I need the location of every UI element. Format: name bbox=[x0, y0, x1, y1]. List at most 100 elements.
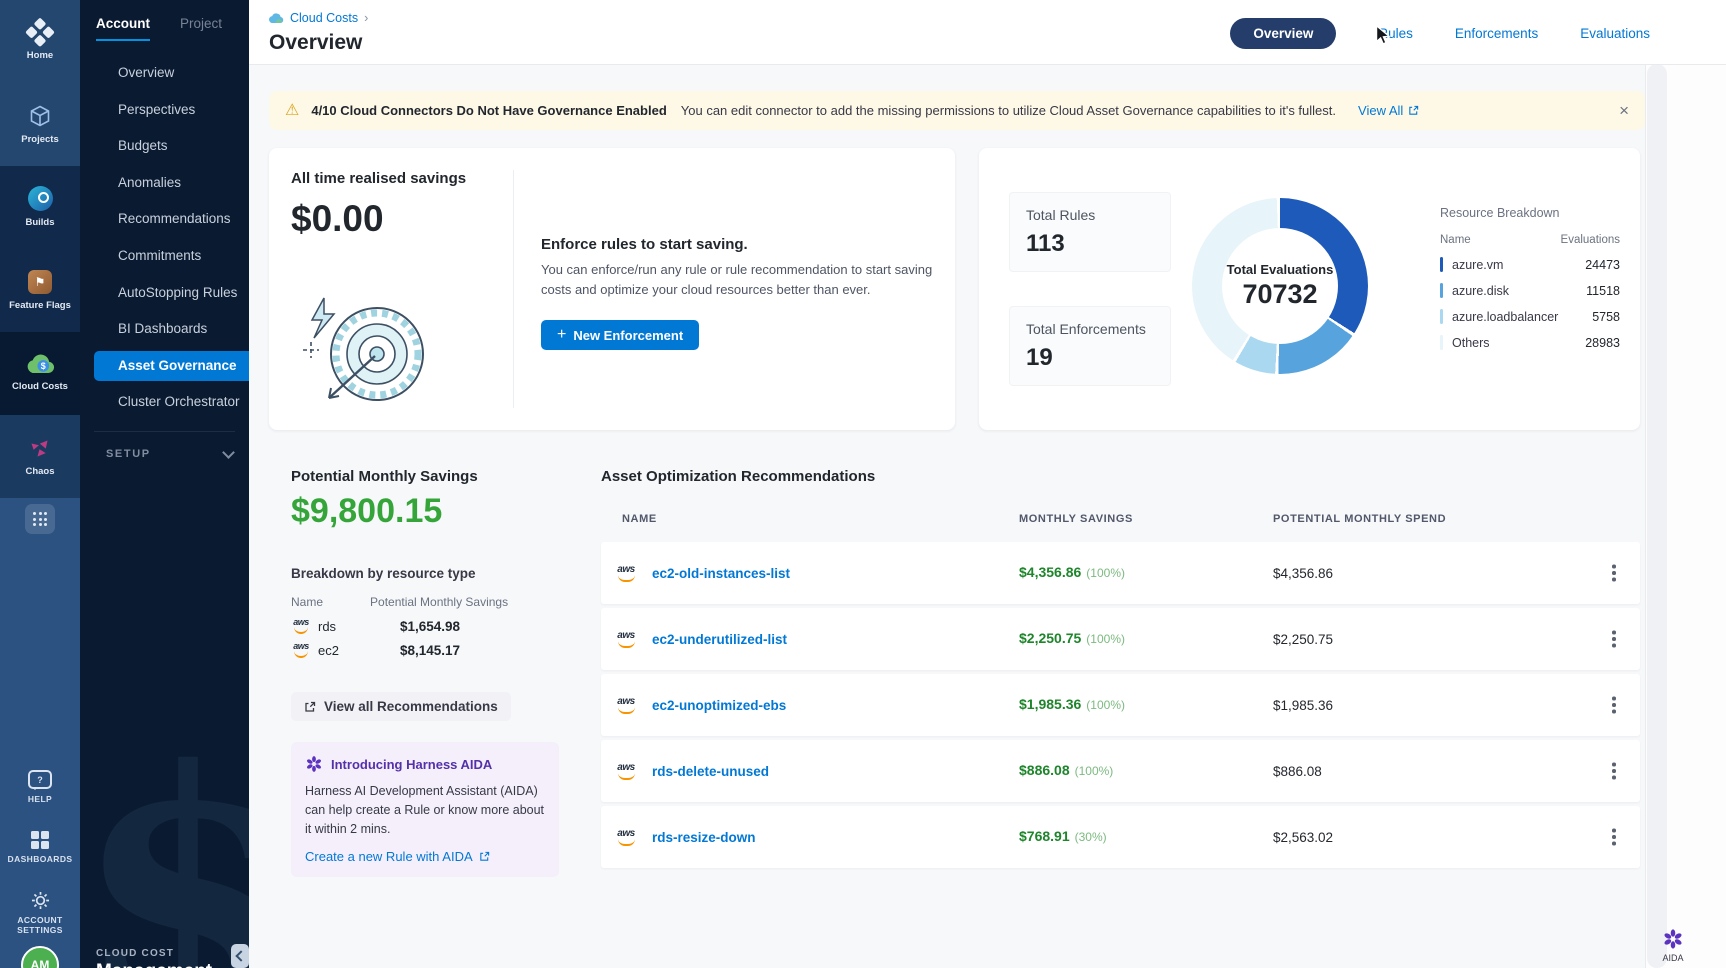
sidebar-item-asset-governance[interactable]: Asset Governance bbox=[94, 351, 249, 381]
kebab-icon bbox=[1612, 637, 1616, 641]
rail-item-builds[interactable]: Builds bbox=[0, 166, 80, 249]
realised-savings-title: All time realised savings bbox=[291, 170, 466, 187]
legend-chip bbox=[1440, 309, 1443, 324]
external-link-icon bbox=[1408, 105, 1419, 116]
aida-title: Introducing Harness AIDA bbox=[331, 757, 492, 772]
resource-type-breakdown-title: Breakdown by resource type bbox=[291, 566, 476, 581]
new-enforcement-button[interactable]: New Enforcement bbox=[541, 320, 699, 350]
aida-assistant-button[interactable]: AIDA bbox=[1662, 928, 1684, 963]
view-all-link[interactable]: View All bbox=[1358, 103, 1419, 118]
page-title: Overview bbox=[269, 31, 362, 55]
legend-row: Others 28983 bbox=[1440, 335, 1620, 350]
legend-chip bbox=[1440, 283, 1443, 298]
monthly-savings-cell: $886.08(100%) bbox=[1019, 762, 1273, 780]
row-menu-button[interactable] bbox=[1602, 759, 1626, 783]
user-avatar[interactable]: AM bbox=[21, 946, 59, 968]
breadcrumb[interactable]: Cloud Costs › bbox=[269, 11, 368, 25]
module-label: CLOUD COST Management bbox=[96, 948, 212, 968]
total-rules-value: 113 bbox=[1026, 230, 1170, 258]
external-link-icon bbox=[304, 701, 316, 713]
warning-icon bbox=[285, 103, 299, 119]
asset-optimization-title: Asset Optimization Recommendations bbox=[601, 468, 1640, 485]
tab-evaluations[interactable]: Evaluations bbox=[1580, 26, 1650, 41]
row-menu-button[interactable] bbox=[1602, 561, 1626, 585]
aida-promo-panel: Introducing Harness AIDA Harness AI Deve… bbox=[291, 742, 559, 877]
sidebar-item-cluster-orchestrator[interactable]: Cluster Orchestrator bbox=[80, 384, 249, 421]
column-potential-savings: Potential Monthly Savings bbox=[370, 595, 508, 609]
top-navigation: Overview Rules Enforcements Evaluations bbox=[1230, 18, 1650, 49]
rail-item-feature-flags[interactable]: ⚑ Feature Flags bbox=[0, 249, 80, 332]
rail-item-label: Cloud Costs bbox=[12, 381, 68, 392]
donut-center-value: 70732 bbox=[1242, 279, 1317, 310]
row-menu-button[interactable] bbox=[1602, 627, 1626, 651]
aida-flower-icon bbox=[1662, 928, 1684, 950]
rail-item-label: Home bbox=[27, 50, 53, 61]
svg-text:$: $ bbox=[41, 361, 46, 371]
tab-overview[interactable]: Overview bbox=[1230, 18, 1336, 49]
rail-item-projects[interactable]: Projects bbox=[0, 83, 80, 166]
monthly-savings-cell: $4,356.86(100%) bbox=[1019, 564, 1273, 582]
tab-enforcements[interactable]: Enforcements bbox=[1455, 26, 1538, 41]
scrollbar[interactable] bbox=[1647, 64, 1667, 968]
sidebar-item-overview[interactable]: Overview bbox=[80, 55, 249, 92]
sidebar-item-perspectives[interactable]: Perspectives bbox=[80, 92, 249, 129]
row-menu-button[interactable] bbox=[1602, 825, 1626, 849]
sidebar-item-anomalies[interactable]: Anomalies bbox=[80, 165, 249, 202]
setup-label: SETUP bbox=[106, 448, 151, 460]
recommendation-link[interactable]: ec2-old-instances-list bbox=[652, 566, 1019, 581]
sidebar-item-budgets[interactable]: Budgets bbox=[80, 128, 249, 165]
sidebar-item-commitments[interactable]: Commitments bbox=[80, 238, 249, 275]
tab-rules[interactable]: Rules bbox=[1378, 26, 1413, 41]
table-row: aws rds-delete-unused $886.08(100%) $886… bbox=[601, 740, 1640, 802]
rail-item-dashboards[interactable]: DASHBOARDS bbox=[8, 831, 73, 865]
sidebar-collapse-button[interactable] bbox=[231, 944, 249, 968]
harness-logo-icon bbox=[24, 17, 55, 48]
rail-item-chaos[interactable]: Chaos bbox=[0, 415, 80, 498]
total-enforcements-value: 19 bbox=[1026, 344, 1170, 372]
recommendation-link[interactable]: rds-delete-unused bbox=[652, 764, 1019, 779]
realised-savings-amount: $0.00 bbox=[291, 198, 384, 240]
cube-icon bbox=[28, 104, 52, 128]
card-divider bbox=[513, 170, 514, 408]
rail-item-help[interactable]: HELP bbox=[28, 770, 52, 805]
tab-account[interactable]: Account bbox=[96, 16, 150, 41]
create-rule-with-aida-link[interactable]: Create a new Rule with AIDA bbox=[305, 849, 545, 864]
sidebar-item-bi-dashboards[interactable]: BI Dashboards bbox=[80, 311, 249, 348]
close-icon[interactable]: × bbox=[1619, 102, 1629, 119]
tab-project[interactable]: Project bbox=[180, 16, 222, 41]
kebab-icon bbox=[1612, 703, 1616, 707]
rail-item-home[interactable]: Home bbox=[0, 0, 80, 83]
dashboards-icon bbox=[31, 831, 50, 850]
potential-savings-amount: $9,800.15 bbox=[291, 492, 442, 531]
builds-icon bbox=[28, 186, 53, 211]
kebab-icon bbox=[1612, 769, 1616, 773]
cta-title: Enforce rules to start saving. bbox=[541, 236, 748, 253]
view-all-recommendations-button[interactable]: View all Recommendations bbox=[291, 692, 511, 721]
rail-item-cloud-costs[interactable]: $ Cloud Costs bbox=[0, 332, 80, 415]
monthly-spend-cell: $2,563.02 bbox=[1273, 830, 1545, 845]
aws-icon: aws bbox=[614, 763, 638, 780]
realised-savings-card: All time realised savings $0.00 Enforce … bbox=[269, 148, 955, 430]
module-grid-button[interactable] bbox=[25, 504, 55, 534]
monthly-savings-cell: $2,250.75(100%) bbox=[1019, 630, 1273, 648]
chevron-left-icon bbox=[235, 950, 246, 961]
sidebar-setup-toggle[interactable]: SETUP bbox=[80, 432, 249, 460]
recommendation-link[interactable]: ec2-underutilized-list bbox=[652, 632, 1019, 647]
cloud-costs-crumb-icon bbox=[269, 13, 284, 24]
sidebar-item-autostopping-rules[interactable]: AutoStopping Rules bbox=[80, 275, 249, 312]
row-menu-button[interactable] bbox=[1602, 693, 1626, 717]
recommendation-link[interactable]: ec2-unoptimized-ebs bbox=[652, 698, 1019, 713]
sidebar-item-recommendations[interactable]: Recommendations bbox=[80, 201, 249, 238]
monthly-spend-cell: $2,250.75 bbox=[1273, 632, 1545, 647]
recommendation-link[interactable]: rds-resize-down bbox=[652, 830, 1019, 845]
help-bubble-icon bbox=[28, 770, 52, 789]
column-name: Name bbox=[1440, 234, 1471, 246]
module-rail: Home Projects Builds ⚑ Feature Flags $ C… bbox=[0, 0, 80, 968]
monthly-savings-cell: $1,985.36(100%) bbox=[1019, 696, 1273, 714]
table-row: aws ec2-underutilized-list $2,250.75(100… bbox=[601, 608, 1640, 670]
rail-item-account-settings[interactable]: ACCOUNT SETTINGS bbox=[7, 891, 73, 936]
banner-message: You can edit connector to add the missin… bbox=[681, 103, 1336, 118]
column-potential-monthly-spend: POTENTIAL MONTHLY SPEND bbox=[1273, 513, 1640, 525]
rail-item-label: ACCOUNT SETTINGS bbox=[7, 915, 73, 936]
cloud-dollar-icon: $ bbox=[25, 354, 55, 375]
